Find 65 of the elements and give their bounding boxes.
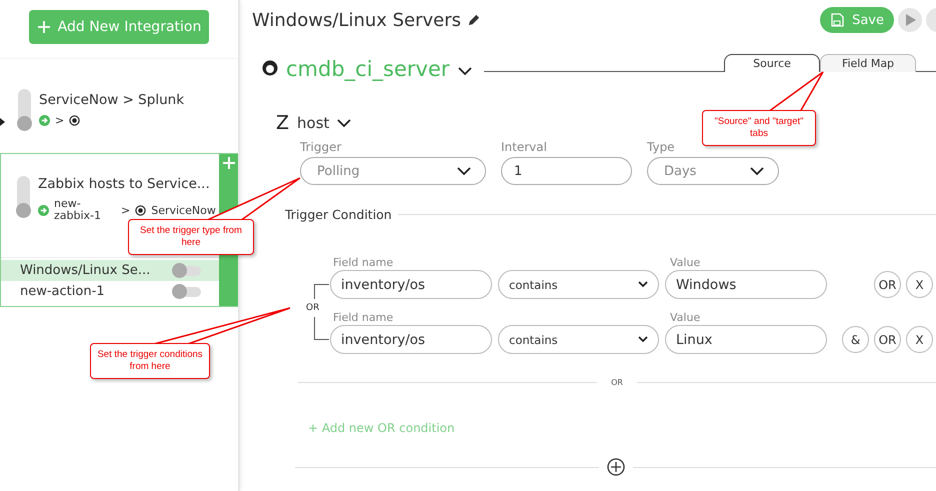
callout: "Source" and "target" tabs bbox=[702, 110, 816, 146]
bracket-line bbox=[314, 317, 329, 340]
arrow-circle-icon bbox=[38, 204, 49, 216]
pencil-icon[interactable] bbox=[467, 14, 480, 26]
callout: Set the trigger type from here bbox=[128, 219, 254, 255]
field-label: Value bbox=[670, 311, 700, 325]
dropdown[interactable]: contains bbox=[498, 270, 659, 299]
field-label: Type bbox=[647, 140, 676, 154]
field-label: Field name bbox=[332, 311, 394, 325]
field-label: Field name bbox=[332, 256, 394, 270]
tab[interactable]: Source bbox=[724, 54, 820, 72]
target-icon bbox=[69, 114, 80, 126]
chevron-down-icon bbox=[638, 336, 648, 343]
chevron-down-icon bbox=[750, 166, 764, 176]
dropdown[interactable]: contains bbox=[498, 325, 659, 354]
logo-letter: Z bbox=[276, 112, 290, 134]
play-button[interactable] bbox=[898, 8, 922, 32]
chevron-down-icon[interactable] bbox=[337, 118, 352, 128]
condition-button[interactable]: X bbox=[906, 326, 933, 353]
condition-button[interactable]: & bbox=[842, 326, 869, 353]
action-item[interactable]: new-action-1 bbox=[1, 281, 219, 302]
integration-title: ServiceNow > Splunk bbox=[39, 92, 184, 108]
input-field[interactable]: 1 bbox=[501, 157, 632, 185]
pointer-icon bbox=[0, 118, 5, 126]
field-label: Value bbox=[670, 256, 700, 270]
integration-card[interactable]: ServiceNow > Splunk > bbox=[0, 58, 238, 153]
floppy-icon bbox=[830, 13, 844, 27]
integration-title: Zabbix hosts to Service... bbox=[38, 176, 211, 192]
input-field[interactable]: inventory/os bbox=[330, 325, 492, 354]
section-title: Trigger Condition bbox=[285, 207, 392, 222]
plus-icon bbox=[36, 20, 51, 34]
condition-button[interactable]: X bbox=[906, 271, 933, 298]
separator-text: > bbox=[121, 204, 130, 217]
field-label: Trigger bbox=[300, 140, 342, 154]
host-name[interactable]: host bbox=[297, 114, 330, 132]
callout: Set the trigger conditions from here bbox=[90, 343, 210, 379]
input-field[interactable]: Linux bbox=[665, 325, 827, 354]
toggle-switch[interactable] bbox=[173, 286, 201, 296]
condition-button[interactable]: OR bbox=[874, 271, 901, 298]
input-field[interactable]: Windows bbox=[665, 270, 827, 299]
action-item[interactable]: Windows/Linux Se... bbox=[1, 260, 219, 281]
toggle-switch[interactable] bbox=[18, 89, 31, 129]
arrow-circle-icon bbox=[39, 114, 50, 126]
bracket-line bbox=[314, 284, 329, 299]
target-icon bbox=[135, 204, 146, 216]
add-circle-icon[interactable] bbox=[606, 458, 624, 476]
toggle-switch[interactable] bbox=[17, 176, 30, 216]
chevron-down-icon bbox=[638, 281, 648, 288]
page-title: Windows/Linux Servers bbox=[252, 10, 462, 30]
target-label: ServiceNow bbox=[151, 204, 216, 217]
separator-text: > bbox=[55, 114, 64, 126]
condition-button[interactable]: OR bbox=[874, 326, 901, 353]
play-icon bbox=[904, 14, 916, 26]
divider-label: OR bbox=[611, 378, 623, 387]
field-label: Interval bbox=[501, 140, 548, 154]
group-label: OR bbox=[306, 303, 320, 313]
toggle-switch[interactable] bbox=[173, 266, 201, 276]
chevron-down-icon[interactable] bbox=[458, 67, 472, 76]
dropdown[interactable]: Days bbox=[647, 157, 779, 185]
dropdown[interactable]: Polling bbox=[300, 157, 486, 185]
source-label: new-zabbix-1 bbox=[54, 198, 102, 222]
tab[interactable]: Field Map bbox=[820, 54, 916, 72]
add-action-icon[interactable] bbox=[222, 157, 234, 169]
input-field[interactable]: inventory/os bbox=[330, 270, 492, 299]
chevron-down-icon bbox=[457, 166, 471, 176]
